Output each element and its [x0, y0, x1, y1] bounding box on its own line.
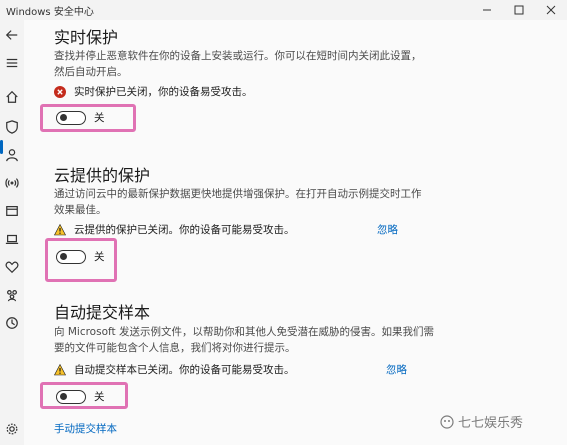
realtime-toggle-label: 关 [94, 112, 105, 124]
cloud-toggle[interactable]: 关 [56, 249, 105, 264]
nav-family-options[interactable] [3, 286, 21, 304]
sample-toggle[interactable]: 关 [56, 389, 105, 404]
realtime-protection-title: 实时保护 [54, 28, 119, 47]
nav-settings[interactable] [3, 420, 21, 438]
nav-protection-history[interactable] [3, 314, 21, 332]
hamburger-menu-icon [6, 58, 18, 68]
realtime-status: 实时保护已关闭，你的设备易受攻击。 [54, 84, 253, 99]
cloud-dismiss-link[interactable]: 忽略 [377, 222, 398, 237]
watermark: 七七娱乐秀 [440, 412, 523, 431]
heart-icon [5, 261, 19, 274]
maximize-icon [514, 5, 524, 15]
navigation-rail [0, 20, 24, 445]
nav-app-browser[interactable] [3, 202, 21, 220]
nav-device-performance[interactable] [3, 258, 21, 276]
windows-security-window: Windows 安全中心 实时保护 查找并停止恶意软件在你的设备上安装或运行。你… [0, 0, 567, 445]
window-title: Windows 安全中心 [6, 7, 94, 18]
sample-status-text: 自动提交样本已关闭。你的设备可能易受攻击。 [74, 364, 295, 376]
nav-virus-protection[interactable] [3, 118, 21, 136]
back-arrow-icon [5, 30, 18, 40]
watermark-text: 七七娱乐秀 [458, 416, 524, 431]
shield-icon [6, 120, 18, 134]
cloud-protection-description: 通过访问云中的最新保护数据更快地提供增强保护。在打开自动示例提交时工作效果最佳。 [54, 188, 422, 216]
laptop-icon [5, 234, 19, 244]
sample-dismiss-link[interactable]: 忽略 [386, 362, 407, 377]
cloud-status: 云提供的保护已关闭。你的设备可能易受攻击。 [54, 222, 295, 237]
person-icon [6, 149, 18, 162]
gear-icon [6, 423, 18, 435]
sample-status: 自动提交样本已关闭。你的设备可能易受攻击。 [54, 362, 295, 377]
realtime-status-text: 实时保护已关闭，你的设备易受攻击。 [74, 86, 253, 98]
menu-button[interactable] [3, 54, 21, 72]
toggle-switch[interactable] [56, 249, 86, 264]
close-icon [546, 5, 556, 15]
toggle-switch[interactable] [56, 389, 86, 404]
history-icon [6, 317, 18, 329]
toggle-switch[interactable] [56, 110, 86, 125]
nav-home[interactable] [3, 88, 21, 106]
cloud-toggle-label: 关 [94, 251, 105, 263]
warning-triangle-icon [54, 223, 66, 235]
nav-device-security[interactable] [3, 230, 21, 248]
nav-firewall[interactable] [3, 174, 21, 192]
realtime-protection-description: 查找并停止恶意软件在你的设备上安装或运行。你可以在短时间内关闭此设置，然后自动开… [54, 50, 422, 78]
home-icon [6, 90, 18, 103]
submit-sample-manually-link[interactable]: 手动提交样本 [54, 421, 117, 436]
title-bar: Windows 安全中心 [0, 0, 567, 20]
watermark-logo-icon [440, 414, 454, 429]
main-content: 实时保护 查找并停止恶意软件在你的设备上安装或运行。你可以在短时间内关闭此设置，… [24, 20, 567, 445]
cloud-protection-title: 云提供的保护 [54, 166, 151, 185]
close-button[interactable] [536, 1, 566, 19]
maximize-button[interactable] [504, 1, 534, 19]
family-icon [7, 290, 17, 302]
cloud-status-text: 云提供的保护已关闭。你的设备可能易受攻击。 [74, 224, 295, 236]
minimize-button[interactable] [472, 1, 502, 19]
app-window-icon [6, 206, 18, 216]
back-button[interactable] [3, 26, 21, 44]
sample-toggle-label: 关 [94, 391, 105, 403]
nav-account-protection[interactable] [3, 146, 21, 164]
error-x-icon [54, 85, 66, 98]
realtime-toggle[interactable]: 关 [56, 110, 105, 125]
wifi-signal-icon [5, 178, 19, 188]
minimize-icon [483, 9, 491, 11]
sample-submission-description: 向 Microsoft 发送示例文件，以帮助你和其他人免受潜在威胁的侵害。如果我… [54, 326, 434, 354]
warning-triangle-icon [54, 363, 66, 375]
sample-submission-title: 自动提交样本 [54, 303, 151, 322]
